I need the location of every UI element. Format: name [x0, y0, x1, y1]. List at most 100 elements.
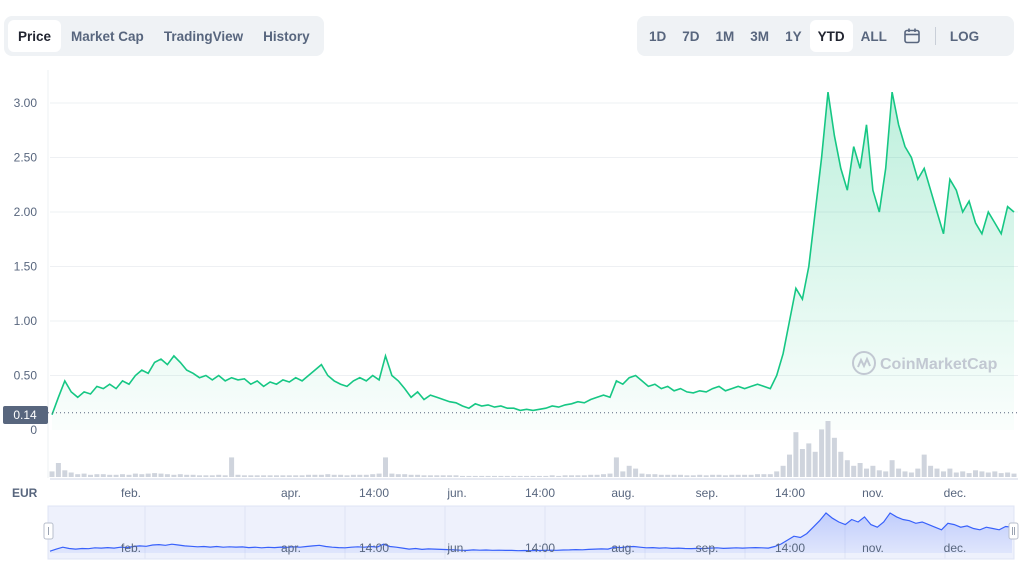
- volume-bar: [120, 474, 125, 477]
- volume-bar: [293, 475, 299, 477]
- volume-bar: [350, 474, 356, 477]
- volume-bar: [184, 474, 190, 477]
- volume-bar: [229, 457, 235, 477]
- volume-bar: [197, 475, 202, 477]
- volume-bar: [722, 475, 728, 477]
- volume-bar: [517, 475, 523, 477]
- volume-bar: [735, 474, 741, 477]
- volume-bar: [883, 471, 889, 477]
- volume-bar: [49, 471, 55, 477]
- volume-bar: [126, 474, 132, 477]
- volume-bar: [966, 473, 972, 477]
- x-tick-label: apr.: [281, 486, 301, 500]
- volume-bar: [806, 443, 812, 477]
- volume-bar: [844, 460, 850, 477]
- volume-bar: [678, 474, 683, 477]
- volume-bar: [241, 475, 247, 477]
- navigator-tick-label: nov.: [862, 541, 884, 555]
- watermark-text: CoinMarketCap: [880, 356, 998, 373]
- volume-bar: [985, 472, 991, 477]
- volume-bar: [1011, 473, 1017, 477]
- volume-bar: [748, 474, 754, 477]
- y-tick-label: 0: [30, 423, 37, 437]
- volume-bar: [383, 457, 388, 477]
- volume-bar: [626, 465, 632, 477]
- navigator-right-handle[interactable]: [1008, 522, 1019, 540]
- volume-bar: [434, 475, 440, 477]
- volume-bar: [524, 475, 530, 477]
- volume-bar: [716, 474, 722, 477]
- volume-bar: [831, 437, 837, 477]
- volume-bar: [581, 475, 587, 477]
- volume-bar: [979, 471, 985, 477]
- navigator-tick-label: 14:00: [359, 541, 389, 555]
- volume-bar: [370, 474, 376, 477]
- navigator-tick-label: 14:00: [775, 541, 805, 555]
- volume-bar: [511, 475, 517, 477]
- volume-bar: [799, 449, 805, 477]
- volume-bar: [825, 421, 831, 477]
- volume-bar: [209, 475, 215, 477]
- volume-bar: [665, 474, 671, 477]
- y-axis: 0 0.50 1.00 1.50 2.00 2.50 3.00: [14, 96, 38, 437]
- volume-bar: [235, 474, 241, 477]
- volume-bar: [780, 465, 786, 477]
- volume-bar: [1005, 472, 1011, 477]
- volume-bar: [389, 473, 395, 477]
- volume-bar: [248, 475, 254, 477]
- volume-bar: [395, 474, 401, 477]
- navigator-tick-label: dec.: [944, 541, 967, 555]
- volume-bar: [75, 474, 81, 477]
- volume-bar: [562, 475, 568, 477]
- x-tick-label: jun.: [446, 486, 466, 500]
- volume-bar: [530, 475, 536, 477]
- volume-bar: [357, 474, 363, 477]
- volume-bar: [633, 468, 639, 477]
- navigator-left-handle[interactable]: [43, 522, 54, 540]
- volume-bar: [427, 475, 433, 477]
- volume-bar: [440, 475, 446, 477]
- volume-bar: [588, 474, 594, 477]
- volume-bar: [851, 465, 857, 477]
- volume-bar: [203, 475, 209, 477]
- y-tick-label: 1.00: [14, 314, 38, 328]
- volume-bar: [908, 472, 914, 477]
- x-tick-label: feb.: [121, 486, 141, 500]
- volume-bar: [472, 475, 478, 477]
- volume-bar: [838, 451, 844, 477]
- navigator-tick-label: feb.: [121, 541, 141, 555]
- volume-bar: [504, 475, 510, 477]
- volume-bar: [415, 474, 421, 477]
- volume-bar: [864, 468, 869, 477]
- volume-bar: [261, 475, 267, 477]
- volume-bar: [331, 474, 337, 477]
- volume-bar: [671, 474, 677, 477]
- volume-bar: [344, 475, 350, 477]
- volume-bar: [466, 475, 472, 477]
- x-tick-label: sep.: [696, 486, 719, 500]
- volume-bar: [100, 474, 106, 477]
- volume-bar: [594, 474, 600, 477]
- volume-bar: [485, 475, 491, 477]
- volume-bar: [543, 475, 549, 477]
- volume-bar: [812, 451, 818, 477]
- volume-bar: [376, 473, 382, 477]
- volume-bar: [158, 473, 164, 477]
- volume-bar: [68, 472, 74, 477]
- volume-bar: [915, 468, 921, 477]
- volume-bar: [338, 474, 344, 477]
- x-tick-label: 14:00: [359, 486, 389, 500]
- volume-bar: [928, 465, 934, 477]
- x-tick-label: aug.: [611, 486, 634, 500]
- navigator-tick-label: apr.: [281, 541, 301, 555]
- volume-bar: [575, 475, 581, 477]
- volume-bar: [306, 474, 311, 477]
- y-tick-label: 2.50: [14, 151, 38, 165]
- volume-bar: [690, 475, 696, 477]
- volume-bar: [267, 475, 273, 477]
- volume-bar: [190, 474, 196, 477]
- volume-bar: [145, 473, 151, 477]
- x-tick-label: nov.: [862, 486, 884, 500]
- volume-bar: [325, 474, 331, 477]
- price-area-fill: [52, 92, 1014, 430]
